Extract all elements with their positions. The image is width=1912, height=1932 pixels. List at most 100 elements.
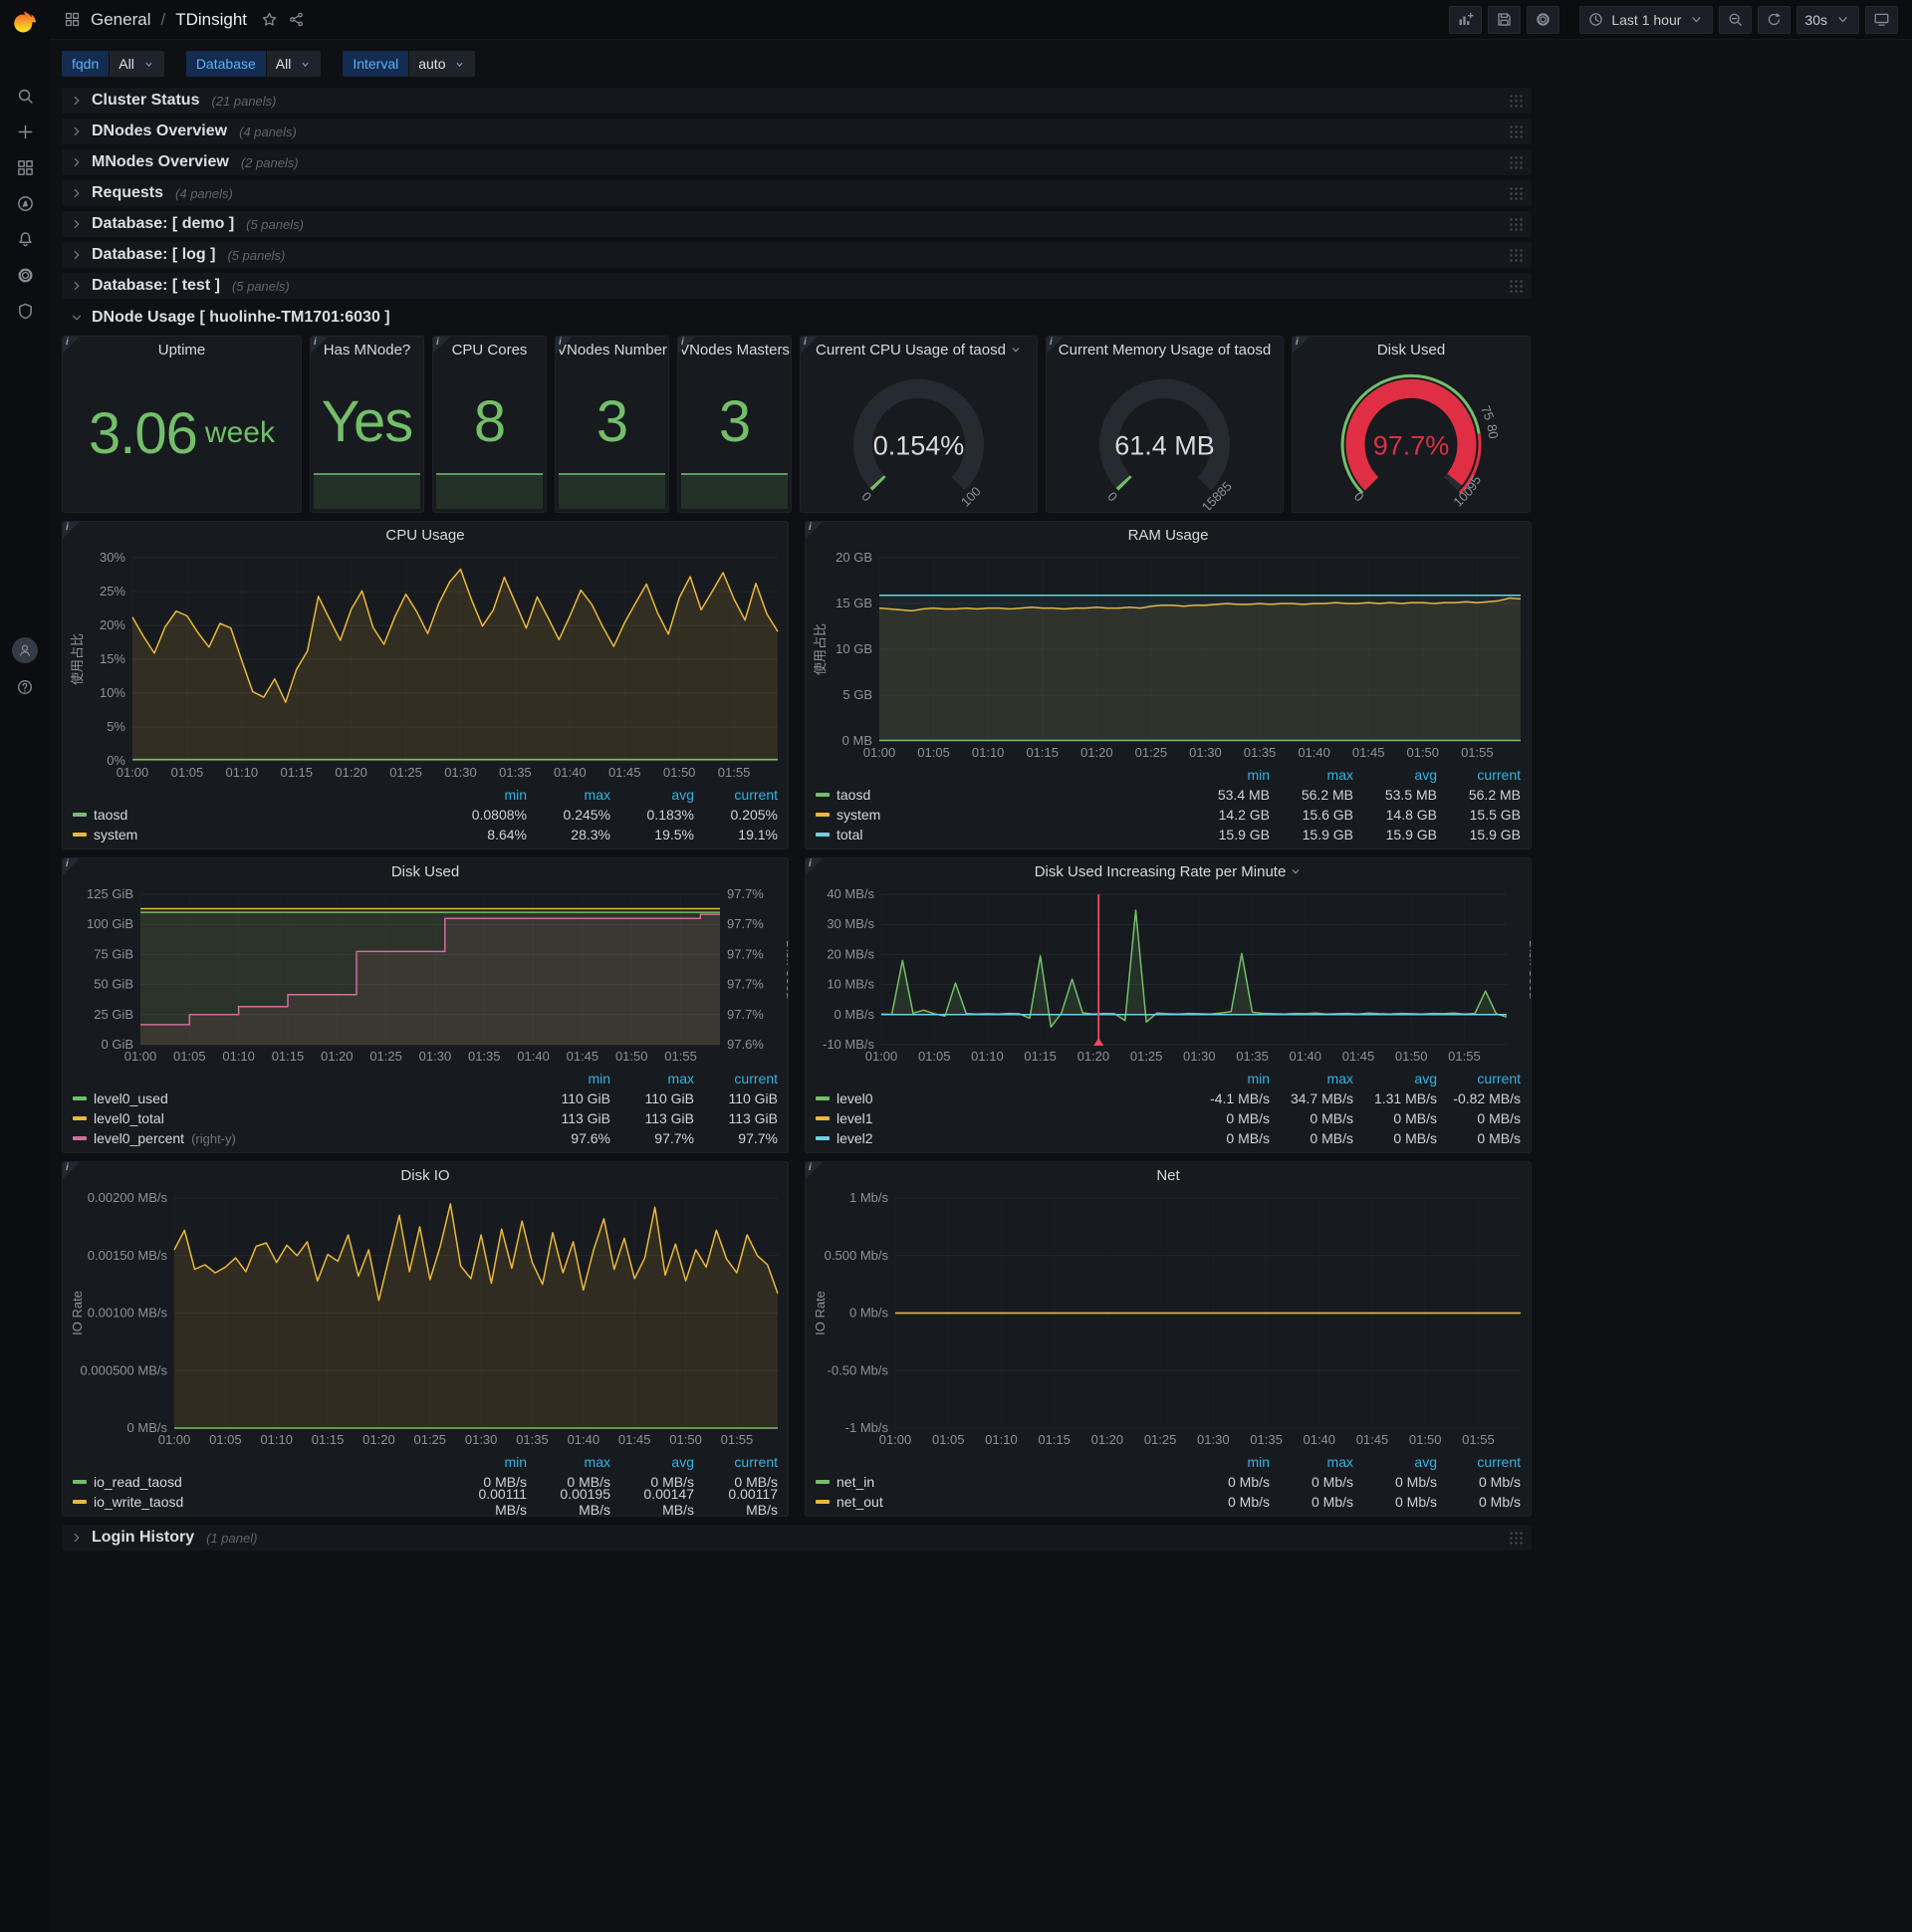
- legend-column-header[interactable]: avg: [1353, 1071, 1437, 1087]
- legend-series-level0-used[interactable]: level0_used: [73, 1090, 527, 1106]
- panel-title[interactable]: Current Memory Usage of taosd: [1047, 337, 1283, 364]
- panel-title[interactable]: CPU Usage: [63, 522, 788, 550]
- variable-value-dropdown[interactable]: All: [110, 51, 164, 77]
- dashboard-settings-button[interactable]: [1527, 5, 1560, 34]
- dashboard-row-database-demo[interactable]: Database: [ demo ] (5 panels): [62, 211, 1532, 237]
- legend-series-level1[interactable]: level1: [816, 1110, 1186, 1126]
- configuration-icon[interactable]: [16, 266, 35, 285]
- panel-info-icon[interactable]: i: [433, 337, 450, 354]
- legend-column-header[interactable]: max: [1270, 1071, 1353, 1087]
- refresh-button[interactable]: [1758, 5, 1792, 34]
- legend-series-level0-percent[interactable]: level0_percent (right-y): [73, 1130, 527, 1146]
- panel-info-icon[interactable]: i: [63, 858, 80, 875]
- panel-title[interactable]: Current CPU Usage of taosd: [801, 337, 1037, 364]
- legend-series-system[interactable]: system: [816, 807, 1186, 823]
- legend-column-header[interactable]: min: [443, 787, 527, 803]
- chart-disk[interactable]: 01:00 01:05 01:10 01:15 01:20 01:25 01:30 01:35…: [63, 886, 788, 1067]
- dashboards-icon[interactable]: [16, 158, 35, 177]
- refresh-interval-picker[interactable]: 30s: [1796, 5, 1859, 34]
- panel-info-icon[interactable]: i: [1047, 337, 1064, 354]
- panel-info-icon[interactable]: i: [801, 337, 818, 354]
- cycle-view-mode-button[interactable]: [1865, 5, 1898, 34]
- dashboard-row-dnodes-overview[interactable]: DNodes Overview (4 panels): [62, 119, 1532, 144]
- legend-column-header[interactable]: max: [1270, 1454, 1353, 1470]
- row-drag-handle[interactable]: [1509, 123, 1524, 139]
- legend-column-header[interactable]: avg: [1353, 767, 1437, 783]
- panel-info-icon[interactable]: i: [311, 337, 328, 354]
- alerting-icon[interactable]: [16, 230, 35, 249]
- chart-net[interactable]: 01:00 01:05 01:10 01:15 01:20 01:25 01:30 01:35…: [806, 1190, 1531, 1450]
- share-icon[interactable]: [288, 11, 305, 28]
- dashboard-row-mnodes-overview[interactable]: MNodes Overview (2 panels): [62, 149, 1532, 175]
- row-drag-handle[interactable]: [1509, 93, 1524, 109]
- star-icon[interactable]: [261, 11, 278, 28]
- legend-column-header[interactable]: min: [1186, 1071, 1270, 1087]
- row-drag-handle[interactable]: [1509, 278, 1524, 294]
- legend-column-header[interactable]: max: [1270, 767, 1353, 783]
- dashboard-row-cluster-status[interactable]: Cluster Status (21 panels): [62, 88, 1532, 114]
- add-panel-button[interactable]: [1449, 5, 1483, 34]
- legend-series-taosd[interactable]: taosd: [816, 787, 1186, 803]
- legend-column-header[interactable]: current: [694, 1071, 778, 1087]
- legend-series-total[interactable]: total: [816, 827, 1186, 843]
- panel-info-icon[interactable]: i: [806, 858, 823, 875]
- create-icon[interactable]: [16, 122, 35, 141]
- variable-value-dropdown[interactable]: auto: [409, 51, 476, 77]
- panel-title[interactable]: Net: [806, 1162, 1531, 1190]
- chart-cpu[interactable]: 01:00 01:05 01:10 01:15 01:20 01:25 01:30 01:35…: [63, 550, 788, 783]
- user-avatar[interactable]: [12, 637, 38, 663]
- legend-series-net-in[interactable]: net_in: [816, 1474, 1186, 1490]
- save-dashboard-button[interactable]: [1488, 5, 1522, 34]
- breadcrumb-folder[interactable]: General: [91, 10, 150, 30]
- dashboard-row-database-log[interactable]: Database: [ log ] (5 panels): [62, 242, 1532, 268]
- legend-column-header[interactable]: min: [443, 1454, 527, 1470]
- row-drag-handle[interactable]: [1509, 247, 1524, 263]
- legend-series-system[interactable]: system: [73, 827, 443, 843]
- legend-series-io-read-taosd[interactable]: io_read_taosd: [73, 1474, 443, 1490]
- legend-column-header[interactable]: current: [694, 787, 778, 803]
- legend-column-header[interactable]: min: [527, 1071, 610, 1087]
- legend-series-level0[interactable]: level0: [816, 1090, 1186, 1106]
- panel-title[interactable]: RAM Usage: [806, 522, 1531, 550]
- panel-info-icon[interactable]: i: [63, 1162, 80, 1179]
- panel-info-icon[interactable]: i: [678, 337, 695, 354]
- legend-column-header[interactable]: max: [610, 1071, 694, 1087]
- row-drag-handle[interactable]: [1509, 1530, 1524, 1546]
- legend-column-header[interactable]: current: [1437, 1454, 1521, 1470]
- server-admin-icon[interactable]: [16, 302, 35, 321]
- dashboards-grid-icon[interactable]: [64, 11, 81, 28]
- panel-info-icon[interactable]: i: [63, 337, 80, 354]
- legend-column-header[interactable]: avg: [610, 787, 694, 803]
- legend-series-level0-total[interactable]: level0_total: [73, 1110, 527, 1126]
- chart-ram[interactable]: 01:00 01:05 01:10 01:15 01:20 01:25 01:30 01:35…: [806, 550, 1531, 763]
- panel-info-icon[interactable]: i: [1293, 337, 1310, 354]
- panel-title[interactable]: Disk Used: [63, 858, 788, 886]
- row-drag-handle[interactable]: [1509, 216, 1524, 232]
- chart-rate[interactable]: 01:00 01:05 01:10 01:15 01:20 01:25 01:30 01:35…: [806, 886, 1531, 1067]
- row-drag-handle[interactable]: [1509, 185, 1524, 201]
- explore-icon[interactable]: [16, 194, 35, 213]
- panel-title[interactable]: Disk IO: [63, 1162, 788, 1190]
- panel-info-icon[interactable]: i: [806, 522, 823, 539]
- dashboard-row-login-history[interactable]: Login History (1 panel): [62, 1525, 1532, 1551]
- legend-series-level2[interactable]: level2: [816, 1130, 1186, 1146]
- help-icon[interactable]: [16, 678, 34, 696]
- panel-title[interactable]: Uptime: [63, 337, 301, 364]
- legend-column-header[interactable]: min: [1186, 767, 1270, 783]
- panel-title[interactable]: Disk Used Increasing Rate per Minute: [806, 858, 1531, 886]
- dashboard-row-requests[interactable]: Requests (4 panels): [62, 180, 1532, 206]
- dashboard-row-database-test[interactable]: Database: [ test ] (5 panels): [62, 273, 1532, 299]
- legend-series-net-out[interactable]: net_out: [816, 1494, 1186, 1510]
- panel-info-icon[interactable]: i: [556, 337, 573, 354]
- zoom-out-time-button[interactable]: [1719, 5, 1753, 34]
- legend-column-header[interactable]: min: [1186, 1454, 1270, 1470]
- panel-title[interactable]: Disk Used: [1293, 337, 1530, 364]
- legend-series-io-write-taosd[interactable]: io_write_taosd: [73, 1494, 443, 1510]
- search-icon[interactable]: [16, 87, 35, 106]
- dashboard-row-dnode-usage-huolinhe-tm1701-6030[interactable]: DNode Usage [ huolinhe-TM1701:6030 ]: [62, 305, 1532, 331]
- grafana-logo[interactable]: [9, 7, 41, 39]
- legend-column-header[interactable]: current: [1437, 767, 1521, 783]
- time-range-picker[interactable]: Last 1 hour: [1579, 5, 1714, 34]
- legend-column-header[interactable]: current: [1437, 1071, 1521, 1087]
- variable-value-dropdown[interactable]: All: [266, 51, 322, 77]
